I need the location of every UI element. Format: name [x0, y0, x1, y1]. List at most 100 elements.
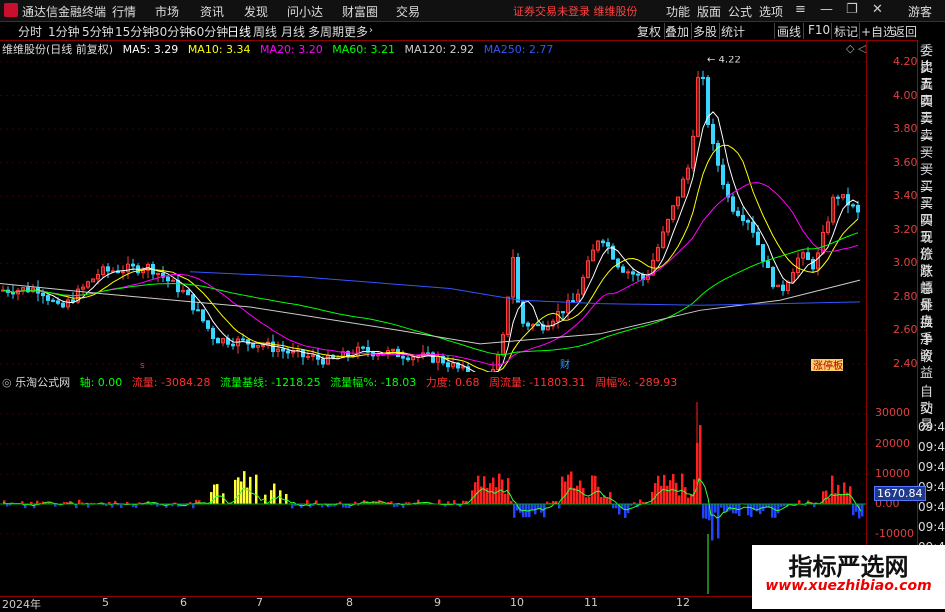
- tool-biaoji[interactable]: 标记: [834, 23, 858, 40]
- close-icon[interactable]: ✕: [872, 2, 883, 17]
- candle-body: [197, 310, 200, 311]
- flow-bar-blue: [711, 504, 714, 540]
- guest-label[interactable]: 游客: [908, 3, 932, 20]
- candle-body: [107, 267, 110, 271]
- tool-add-favorite[interactable]: +自选: [861, 23, 895, 40]
- settings-icon[interactable]: ◇: [846, 42, 854, 55]
- tool-tongji[interactable]: 统计: [721, 23, 745, 40]
- restore-icon[interactable]: ❐: [846, 2, 858, 17]
- tool-duogu[interactable]: 多股: [693, 23, 717, 40]
- tool-f10[interactable]: F10: [808, 23, 830, 37]
- period-fenshi[interactable]: 分时: [18, 23, 42, 40]
- period-monthly[interactable]: 月线: [281, 23, 305, 40]
- period-60min[interactable]: 60分钟: [189, 23, 228, 40]
- candle-body: [637, 274, 640, 275]
- ma120-value: MA120: 2.92: [404, 43, 474, 56]
- flow-bar-yellow: [243, 471, 246, 504]
- flow-bar-red: [669, 480, 672, 504]
- weekly-pct-value: 周幅%: -289.93: [595, 376, 677, 389]
- candle-body: [172, 280, 175, 281]
- menu-shichang[interactable]: 市场: [155, 3, 179, 20]
- flow-value: 流量: -3084.28: [132, 376, 211, 389]
- tool-back[interactable]: 返回: [893, 23, 917, 40]
- menu-faxian[interactable]: 发现: [244, 3, 268, 20]
- more-arrow-icon[interactable]: ›: [369, 25, 373, 36]
- flow-bar-red: [651, 492, 654, 504]
- time-label: 09:43: [918, 440, 945, 454]
- period-multi[interactable]: 多周期: [308, 23, 344, 40]
- flow-baseline-value: 流量基线: -1218.25: [220, 376, 321, 389]
- candle-body: [527, 323, 530, 326]
- tool-diejia[interactable]: 叠加: [665, 23, 689, 40]
- menu-gongneng[interactable]: 功能: [666, 3, 690, 20]
- flow-bar-red: [798, 500, 801, 504]
- flow-bar-blue: [87, 504, 90, 508]
- flow-indicator-chart[interactable]: [0, 389, 866, 595]
- limit-up-marker: 涨停板: [813, 359, 843, 372]
- login-notice[interactable]: 证券交易未登录 维维股份: [513, 3, 638, 19]
- candle-body: [747, 221, 750, 223]
- time-label: 09:43: [918, 420, 945, 434]
- flow-bar-blue: [192, 504, 195, 508]
- price-axis-tick: 4.20: [893, 55, 918, 68]
- divider: [803, 23, 804, 39]
- tool-huaxian[interactable]: 画线: [777, 23, 801, 40]
- indicator-axis-tick: 10000: [875, 467, 910, 480]
- date-axis: [0, 596, 866, 610]
- side-quote-18[interactable]: 收益: [920, 350, 945, 382]
- flow-bar-red: [564, 482, 567, 504]
- x-tick: 10: [510, 596, 524, 609]
- period-15min[interactable]: 15分钟: [115, 23, 154, 40]
- weekly-flow-value: 周流量: -11803.31: [489, 376, 586, 389]
- tool-fuquan[interactable]: 复权: [637, 23, 661, 40]
- high-price-label: ← 4.22: [707, 56, 741, 66]
- x-tick: 6: [180, 596, 187, 609]
- menu-gongshi[interactable]: 公式: [728, 3, 752, 20]
- main-menu-icon[interactable]: ≡: [795, 2, 806, 17]
- period-more[interactable]: 更多: [344, 23, 368, 40]
- flow-bar-yellow: [285, 494, 288, 504]
- candle-body: [287, 351, 290, 353]
- flow-bar-red: [582, 488, 585, 504]
- candle-body: [362, 347, 365, 348]
- flow-bar-red: [654, 483, 657, 504]
- price-axis-tick: 3.60: [893, 156, 918, 169]
- flow-bar-red: [681, 474, 684, 504]
- period-1min[interactable]: 1分钟: [48, 23, 80, 40]
- candle-body: [627, 272, 630, 273]
- menu-hangqing[interactable]: 行情: [112, 3, 136, 20]
- period-daily[interactable]: 日线: [227, 23, 251, 40]
- menu-xuanxiang[interactable]: 选项: [759, 3, 783, 20]
- period-weekly[interactable]: 周线: [253, 23, 277, 40]
- period-5min[interactable]: 5分钟: [82, 23, 114, 40]
- menu-wenxiaoda[interactable]: 问小达: [287, 3, 323, 20]
- flow-bar-blue: [723, 504, 726, 513]
- flow-bar-red: [699, 425, 702, 504]
- period-30min[interactable]: 30分钟: [152, 23, 191, 40]
- flow-bar-blue: [777, 504, 780, 513]
- menu-zixun[interactable]: 资讯: [200, 3, 224, 20]
- flow-bar-red: [585, 497, 588, 504]
- flow-bar-blue: [717, 504, 720, 538]
- divider: [859, 23, 860, 39]
- candle-body: [177, 280, 180, 291]
- minimize-icon[interactable]: —: [820, 2, 833, 17]
- menu-jiaoyi[interactable]: 交易: [396, 3, 420, 20]
- flow-bar-red: [840, 494, 843, 504]
- divider: [774, 23, 775, 39]
- time-label: 09:43: [918, 520, 945, 534]
- candle-body: [752, 222, 755, 232]
- flow-bar-blue: [774, 504, 777, 518]
- candle-body: [207, 321, 210, 329]
- candle-body: [712, 124, 715, 143]
- indicator-name[interactable]: 乐淘公式网: [15, 376, 70, 389]
- candle-body: [702, 77, 705, 78]
- candle-body: [42, 293, 45, 295]
- divider: [691, 23, 692, 39]
- candlestick-chart[interactable]: ← 4.22← 2.26财涨停板s: [0, 56, 866, 372]
- menu-banmian[interactable]: 版面: [697, 3, 721, 20]
- candle-body: [132, 264, 135, 266]
- menu-caifuquan[interactable]: 财富圈: [342, 3, 378, 20]
- indicator-settings-icon[interactable]: ◎: [2, 376, 12, 389]
- flow-bar-red: [474, 482, 477, 504]
